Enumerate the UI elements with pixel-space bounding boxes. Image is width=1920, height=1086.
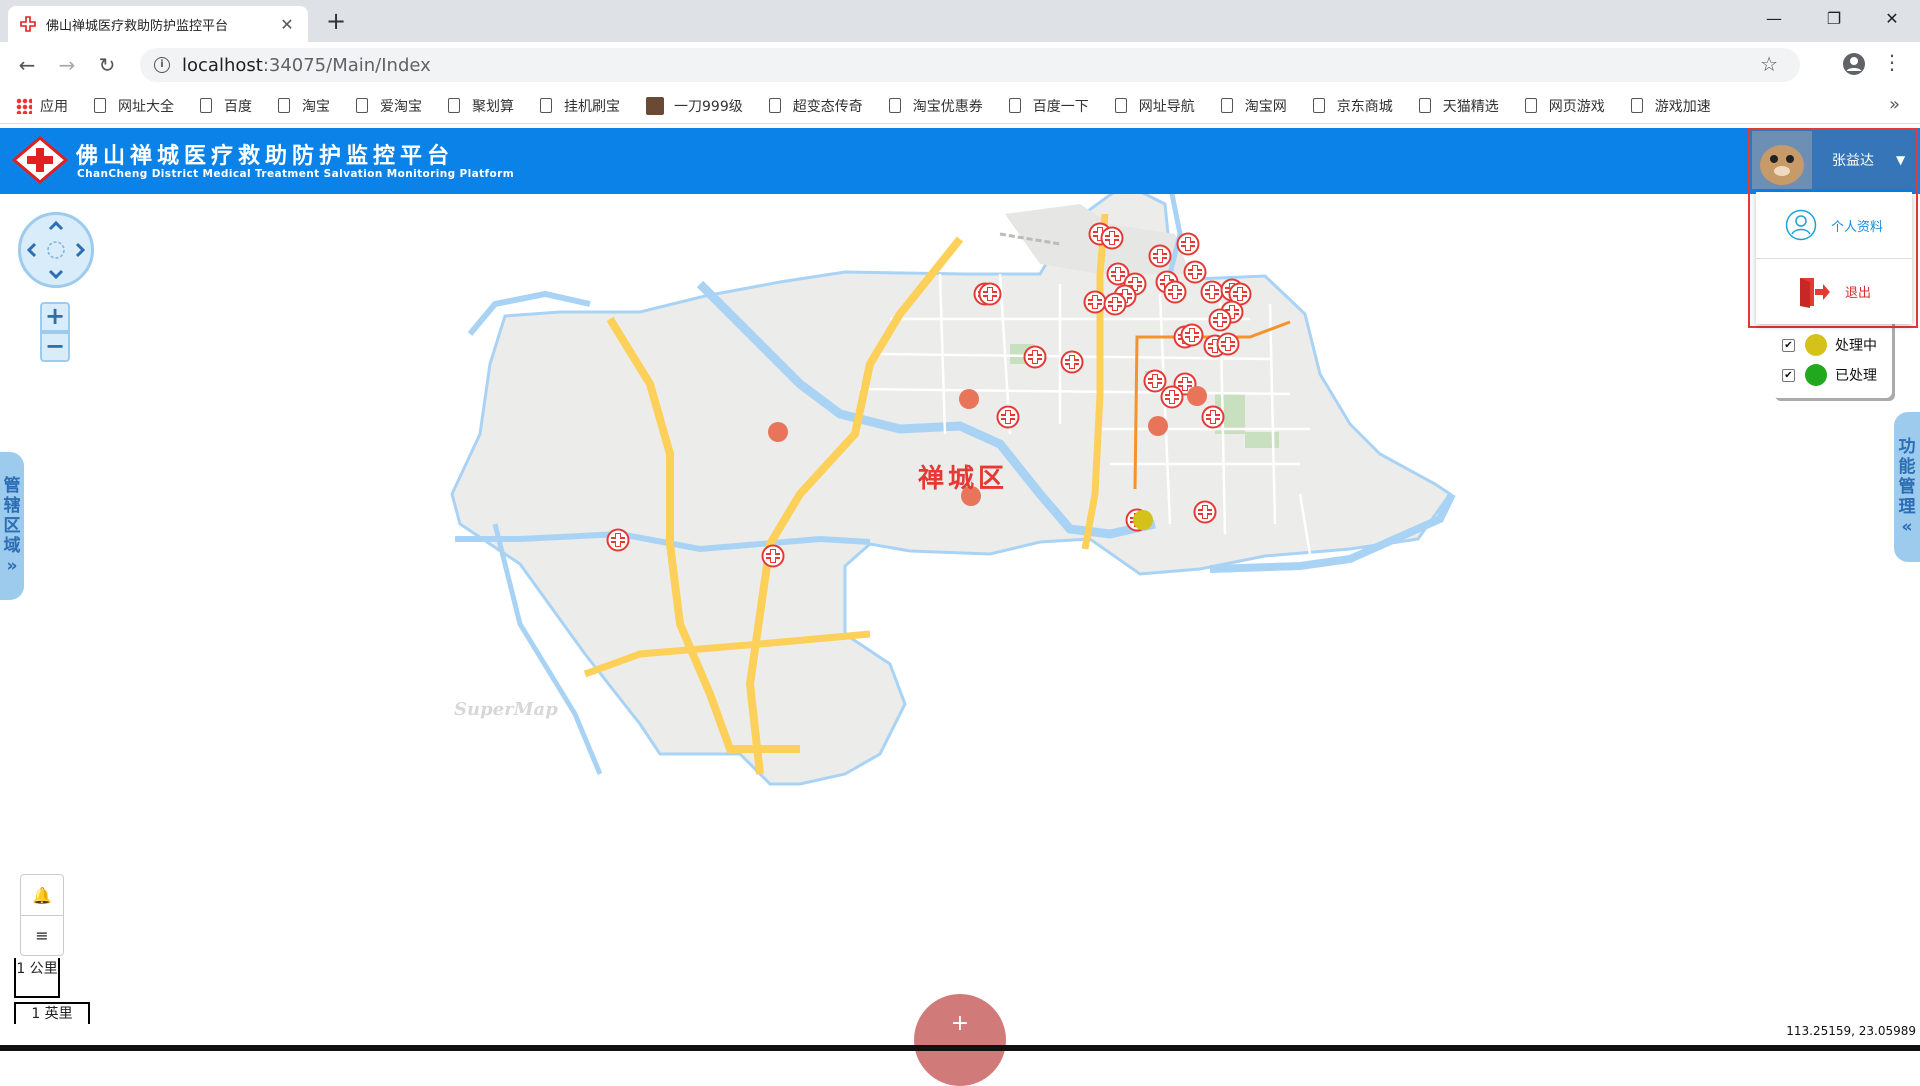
- bookmark-item[interactable]: 淘宝优惠券: [888, 96, 983, 116]
- scale-bar-mile: 1 英里: [14, 1002, 90, 1024]
- new-tab-button[interactable]: +: [322, 8, 350, 36]
- bookmarks-overflow-icon[interactable]: »: [1889, 94, 1900, 115]
- url-path: :34075/Main/Index: [262, 54, 431, 76]
- page-icon: [1220, 98, 1233, 113]
- user-profile-icon: [1785, 209, 1817, 241]
- function-panel-tab[interactable]: 功能管理 «: [1894, 412, 1920, 562]
- legend-label: 处理中: [1835, 338, 1877, 354]
- close-window-button[interactable]: ✕: [1862, 0, 1920, 36]
- bookmark-item[interactable]: 聚划算: [448, 96, 514, 116]
- logout-menu-item[interactable]: 退出: [1756, 258, 1912, 324]
- supermap-watermark: SuperMap: [454, 699, 558, 720]
- bookmark-item[interactable]: 百度: [200, 96, 252, 116]
- profile-menu-label: 个人资料: [1830, 219, 1883, 235]
- zoom-in-button[interactable]: +: [40, 302, 70, 332]
- bookmark-item[interactable]: 天猫精选: [1418, 96, 1499, 116]
- user-menu: 张益达 ▼ 个人资料 退出: [1748, 128, 1918, 328]
- bookmark-item[interactable]: 京东商城: [1312, 96, 1393, 116]
- page-icon: [888, 98, 901, 113]
- bookmark-item[interactable]: 淘宝: [278, 96, 330, 116]
- jurisdiction-panel-tab[interactable]: 管辖区域»: [0, 452, 24, 600]
- bookmark-item[interactable]: 网址大全: [94, 96, 174, 116]
- page-icon: [200, 98, 212, 113]
- profile-menu-item[interactable]: 个人资料: [1756, 192, 1912, 258]
- account-icon[interactable]: [1840, 50, 1868, 78]
- zoom-out-button[interactable]: −: [40, 332, 70, 362]
- browser-tab[interactable]: 佛山禅城医疗救助防护监控平台 ✕: [8, 6, 308, 42]
- hospital-markers: [606, 222, 1252, 568]
- app-header: 佛山禅城医疗救助防护监控平台 ChanCheng District Medica…: [0, 128, 1920, 194]
- legend-label: 已处理: [1835, 368, 1877, 384]
- map-container[interactable]: 禅城区 SuperMap + − 管辖区域» 功能管理 « ✔ 处理中 ✔ 已处理: [0, 194, 1920, 1086]
- address-bar[interactable]: i localhost:34075/Main/Index ☆: [140, 48, 1800, 82]
- bookmark-item[interactable]: 淘宝网: [1220, 96, 1287, 116]
- page-icon: [356, 98, 368, 113]
- page-icon: [448, 98, 460, 113]
- logout-menu-label: 退出: [1844, 286, 1871, 301]
- page-icon: [94, 98, 106, 113]
- district-label: 禅城区: [918, 464, 1009, 494]
- tab-close-icon[interactable]: ✕: [278, 15, 296, 34]
- apps-grid-icon: [16, 97, 32, 114]
- page-icon: [1630, 98, 1643, 113]
- bookmark-item[interactable]: 游戏加速: [1630, 96, 1711, 116]
- game-avatar-icon: [646, 96, 664, 115]
- pan-control[interactable]: [18, 212, 94, 288]
- back-arrow-icon[interactable]: ←: [12, 50, 42, 80]
- processed-dot-icon: [1805, 364, 1827, 386]
- caret-down-icon: ▼: [1896, 153, 1906, 167]
- page-icon: [1312, 98, 1325, 113]
- page-icon: [278, 98, 290, 113]
- tab-title: 佛山禅城医疗救助防护监控平台: [46, 18, 229, 34]
- bookmark-item[interactable]: 网址导航: [1114, 96, 1195, 116]
- url-host: localhost: [182, 54, 263, 76]
- taskbar-edge: [0, 1045, 1920, 1051]
- bookmark-item[interactable]: 超变态传奇: [768, 96, 863, 116]
- legend-checkbox[interactable]: ✔: [1782, 368, 1795, 382]
- bookmark-apps[interactable]: 应用: [16, 96, 68, 116]
- info-icon[interactable]: i: [154, 57, 170, 73]
- platform-title: 佛山禅城医疗救助防护监控平台: [76, 143, 455, 169]
- logout-door-icon: [1799, 277, 1830, 308]
- bookmark-item[interactable]: 爱淘宝: [356, 96, 422, 116]
- legend-row-processing: ✔ 处理中: [1782, 330, 1892, 360]
- bookmark-item[interactable]: 网页游戏: [1524, 96, 1605, 116]
- user-menu-toggle[interactable]: 张益达 ▼: [1750, 130, 1916, 190]
- maximize-button[interactable]: ❐: [1804, 0, 1864, 36]
- page-icon: [768, 98, 781, 113]
- minimize-button[interactable]: —: [1744, 0, 1804, 36]
- legend-checkbox[interactable]: ✔: [1782, 338, 1795, 352]
- legend-row-processed: ✔ 已处理: [1782, 360, 1892, 390]
- browser-menu-icon[interactable]: ⋮: [1882, 50, 1902, 74]
- bookmark-item[interactable]: 一刀999级: [646, 96, 743, 116]
- page-icon: [1418, 98, 1431, 113]
- bookmarks-bar: 应用 网址大全 百度 淘宝 爱淘宝 聚划算 挂机刷宝 一刀999级 超变态传奇 …: [0, 88, 1920, 124]
- red-cross-logo-icon: [12, 136, 68, 184]
- add-fab-button[interactable]: +: [914, 994, 1006, 1086]
- cursor-coordinates: 113.25159, 23.05989: [1786, 1024, 1916, 1038]
- scale-bar-km: 1 公里: [14, 958, 60, 998]
- user-dropdown: 个人资料 退出: [1756, 192, 1912, 324]
- page-icon: [1114, 98, 1127, 113]
- pan-arrows-icon: [26, 220, 86, 280]
- bookmark-item[interactable]: 百度一下: [1008, 96, 1089, 116]
- browser-toolbar: ← → ↻ i localhost:34075/Main/Index ☆ ⋮: [0, 42, 1920, 88]
- platform-subtitle: ChanCheng District Medical Treatment Sal…: [77, 168, 515, 180]
- avatar: [1752, 131, 1812, 189]
- page-icon: [1008, 98, 1021, 113]
- bell-icon[interactable]: 🔔: [21, 875, 63, 915]
- forward-arrow-icon[interactable]: →: [52, 50, 82, 80]
- processing-dot-icon: [1805, 334, 1827, 356]
- reload-icon[interactable]: ↻: [92, 50, 122, 80]
- browser-tabstrip: 佛山禅城医疗救助防护监控平台 ✕ + — ❐ ✕: [0, 0, 1920, 42]
- list-icon[interactable]: ≡: [21, 915, 63, 955]
- page-icon: [1524, 98, 1537, 113]
- user-name: 张益达: [1832, 153, 1874, 169]
- page-icon: [540, 98, 552, 113]
- map-markers: [606, 222, 1252, 568]
- bookmark-star-icon[interactable]: ☆: [1760, 52, 1778, 76]
- bookmark-item[interactable]: 挂机刷宝: [540, 96, 620, 116]
- red-cross-favicon-icon: [20, 16, 36, 32]
- map-tools: 🔔 ≡: [20, 874, 64, 956]
